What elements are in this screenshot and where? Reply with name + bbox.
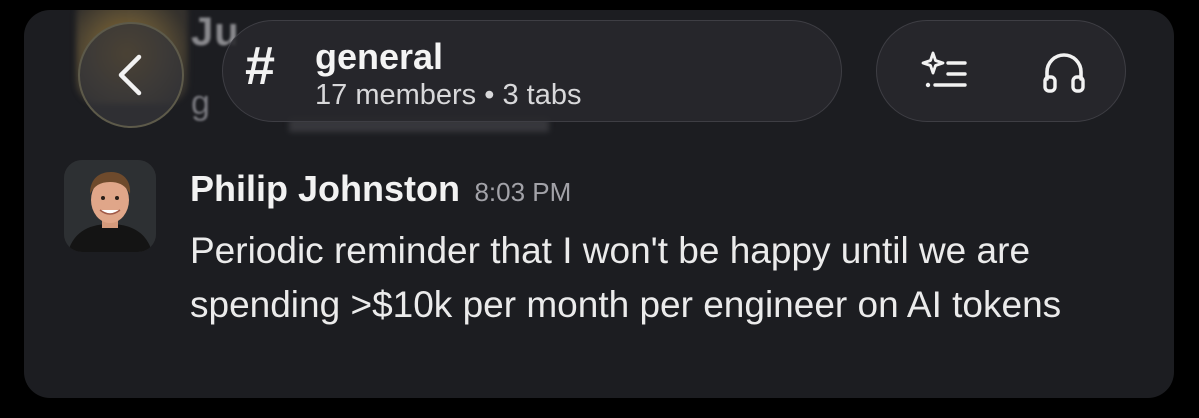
chevron-left-icon — [118, 54, 142, 96]
meta-separator: • — [484, 79, 495, 111]
profile-photo — [64, 160, 156, 252]
hash-icon: # — [245, 36, 276, 96]
huddle-button[interactable] — [1039, 47, 1089, 97]
channel-header[interactable]: # general 17 members • 3 tabs — [222, 20, 842, 122]
avatar[interactable] — [64, 160, 156, 252]
sparkle-list-icon — [921, 51, 967, 88]
message-text: Periodic reminder that I won't be happy … — [190, 230, 1062, 325]
tabs-count: 3 tabs — [502, 79, 582, 111]
message-header: Philip Johnston 8:03 PM — [190, 168, 571, 210]
back-button[interactable] — [78, 22, 184, 128]
channel-view: Ju g # general 17 members • 3 tabs Phili… — [24, 10, 1174, 398]
channel-meta: 17 members • 3 tabs — [315, 81, 581, 110]
author-name[interactable]: Philip Johnston — [190, 168, 460, 209]
headphones-icon — [1043, 53, 1085, 93]
previous-text: g — [191, 84, 210, 122]
channel-name: general — [315, 36, 444, 77]
header-actions — [876, 20, 1126, 122]
message-timestamp: 8:03 PM — [474, 177, 572, 207]
summary-button[interactable] — [921, 47, 971, 97]
members-count: 17 members — [315, 79, 477, 111]
